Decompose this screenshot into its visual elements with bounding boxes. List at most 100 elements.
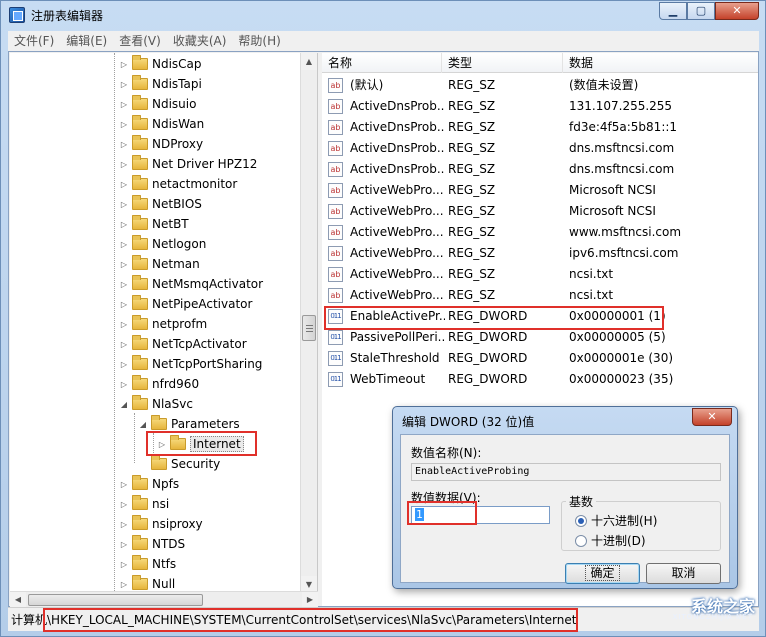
minimize-button[interactable]: ▁ xyxy=(659,2,687,20)
registry-value-row[interactable]: ab (默认) REG_SZ (数值未设置) xyxy=(322,75,758,96)
tree-item[interactable]: ▷ Net Driver HPZ12 xyxy=(118,154,257,174)
tree-item[interactable]: ◢ NlaSvc xyxy=(118,394,193,414)
tree-item[interactable]: ▷ NetBIOS xyxy=(118,194,202,214)
expand-arrow-icon[interactable]: ▷ xyxy=(118,240,130,249)
expand-arrow-icon[interactable]: ▷ xyxy=(118,540,130,549)
registry-tree[interactable]: ▷ NdisCap ▷ NdisTapi ▷ Ndisuio ▷ NdisWan ▷ NDProx… xyxy=(10,53,318,593)
expand-arrow-icon[interactable]: ▷ xyxy=(118,160,130,169)
tree-item[interactable]: ▷ netactmonitor xyxy=(118,174,237,194)
tree-item[interactable]: ▷ NDProxy xyxy=(118,134,203,154)
column-name[interactable]: 名称 xyxy=(322,53,442,73)
registry-value-row[interactable]: ab ActiveWebPro... REG_SZ ncsi.txt xyxy=(322,264,758,285)
tree-item[interactable]: ▷ nfrd960 xyxy=(118,374,199,394)
expand-arrow-icon[interactable]: ▷ xyxy=(118,520,130,529)
tree-item[interactable]: ▷ NetTcpPortSharing xyxy=(118,354,262,374)
tree-item[interactable]: ▷ NetTcpActivator xyxy=(118,334,247,354)
tree-item[interactable]: ▷ Internet xyxy=(156,434,244,454)
tree-item[interactable]: ▷ nsiproxy xyxy=(118,514,203,534)
tree-item[interactable]: ▷ NetMsmqActivator xyxy=(118,274,263,294)
title-bar[interactable]: 注册表编辑器 ▁ ▢ ✕ xyxy=(1,1,765,29)
registry-value-row[interactable]: ab ActiveDnsProb... REG_SZ dns.msftncsi.com xyxy=(322,138,758,159)
column-type[interactable]: 类型 xyxy=(442,53,563,73)
expand-arrow-icon[interactable]: ▷ xyxy=(118,260,130,269)
collapse-arrow-icon[interactable]: ◢ xyxy=(118,400,130,409)
registry-value-row[interactable]: ab ActiveWebPro... REG_SZ www.msftncsi.com xyxy=(322,222,758,243)
scroll-left-icon[interactable]: ◀ xyxy=(10,592,26,607)
tree-item[interactable]: ▷ NetBT xyxy=(118,214,189,234)
expand-arrow-icon[interactable]: ▷ xyxy=(118,140,130,149)
menu-help[interactable]: 帮助(H) xyxy=(232,31,286,51)
tree-item[interactable]: ▷ NetPipeActivator xyxy=(118,294,252,314)
expand-arrow-icon[interactable]: ▷ xyxy=(118,580,130,589)
tree-item[interactable]: ▷ Netlogon xyxy=(118,234,206,254)
expand-arrow-icon[interactable]: ▷ xyxy=(118,100,130,109)
tree-item[interactable]: ▷ NTDS xyxy=(118,534,185,554)
maximize-button[interactable]: ▢ xyxy=(687,2,715,20)
menu-favorites[interactable]: 收藏夹(A) xyxy=(167,31,233,51)
registry-value-row[interactable]: ab ActiveWebPro... REG_SZ Microsoft NCSI xyxy=(322,180,758,201)
registry-value-row[interactable]: ab ActiveDnsProb... REG_SZ fd3e:4f5a:5b81::… xyxy=(322,117,758,138)
expand-arrow-icon[interactable]: ▷ xyxy=(118,200,130,209)
expand-arrow-icon[interactable]: ▷ xyxy=(118,60,130,69)
menu-view[interactable]: 查看(V) xyxy=(113,31,167,51)
expand-arrow-icon[interactable]: ▷ xyxy=(118,120,130,129)
menu-file[interactable]: 文件(F) xyxy=(8,31,60,51)
expand-arrow-icon[interactable]: ▷ xyxy=(118,300,130,309)
tree-horizontal-scrollbar[interactable]: ◀ ▶ xyxy=(10,591,318,607)
cancel-button[interactable]: 取消 xyxy=(646,563,721,584)
radio-unchecked-icon[interactable] xyxy=(575,534,587,547)
column-data[interactable]: 数据 xyxy=(563,53,758,73)
registry-value-row[interactable]: 011 PassivePollPeri... REG_DWORD 0x00000005… xyxy=(322,327,758,348)
tree-item[interactable]: ▷ NdisWan xyxy=(118,114,204,134)
expand-arrow-icon[interactable]: ▷ xyxy=(118,320,130,329)
tree-item[interactable]: ▷ NdisCap xyxy=(118,54,202,74)
scroll-up-icon[interactable]: ▲ xyxy=(301,53,317,70)
tree-item[interactable]: ▷ Npfs xyxy=(118,474,179,494)
tree-item-label: netprofm xyxy=(152,317,208,331)
expand-arrow-icon[interactable]: ▷ xyxy=(118,500,130,509)
expand-arrow-icon[interactable]: ▷ xyxy=(118,80,130,89)
tree-item-label: NDProxy xyxy=(152,137,204,151)
tree-item[interactable]: ▷ Ndisuio xyxy=(118,94,196,114)
expand-arrow-icon[interactable]: ▷ xyxy=(118,480,130,489)
registry-value-row[interactable]: ab ActiveDnsProb... REG_SZ 131.107.255.255 xyxy=(322,96,758,117)
registry-value-row[interactable]: 011 StaleThreshold REG_DWORD 0x0000001e (30… xyxy=(322,348,758,369)
close-button[interactable]: ✕ xyxy=(715,2,759,20)
registry-value-row[interactable]: ab ActiveDnsProb... REG_SZ dns.msftncsi.com xyxy=(322,159,758,180)
tree-item[interactable]: ▷ Netman xyxy=(118,254,200,274)
collapse-arrow-icon[interactable]: ◢ xyxy=(137,420,149,429)
radio-checked-icon[interactable] xyxy=(575,514,587,527)
menu-edit[interactable]: 编辑(E) xyxy=(60,31,113,51)
scroll-right-icon[interactable]: ▶ xyxy=(302,592,318,607)
expand-arrow-icon[interactable]: ▷ xyxy=(118,340,130,349)
tree-item[interactable]: Security xyxy=(137,454,220,474)
tree-vertical-scrollbar[interactable]: ▲ ▼ xyxy=(300,53,317,593)
value-type: REG_SZ xyxy=(448,141,496,155)
tree-item[interactable]: ▷ Ntfs xyxy=(118,554,176,574)
tree-item[interactable]: ▷ nsi xyxy=(118,494,169,514)
radio-dec[interactable]: 十进制(D) xyxy=(575,532,646,549)
registry-value-row[interactable]: ab ActiveWebPro... REG_SZ Microsoft NCSI xyxy=(322,201,758,222)
dialog-close-button[interactable]: ✕ xyxy=(692,408,732,426)
ok-button[interactable]: 确定 xyxy=(565,563,640,584)
scroll-thumb[interactable] xyxy=(302,315,316,341)
tree-item[interactable]: ◢ Parameters xyxy=(137,414,240,434)
expand-arrow-icon[interactable]: ▷ xyxy=(118,220,130,229)
value-data-input[interactable]: 1 xyxy=(411,506,550,524)
registry-value-row[interactable]: 011 EnableActivePr... REG_DWORD 0x00000001 … xyxy=(322,306,758,327)
expand-arrow-icon[interactable]: ▷ xyxy=(118,560,130,569)
radio-hex[interactable]: 十六进制(H) xyxy=(575,512,657,529)
tree-item-label: Null xyxy=(152,577,176,591)
tree-item[interactable]: ▷ NdisTapi xyxy=(118,74,202,94)
expand-arrow-icon[interactable]: ▷ xyxy=(118,180,130,189)
registry-value-row[interactable]: 011 WebTimeout REG_DWORD 0x00000023 (35) xyxy=(322,369,758,390)
registry-value-row[interactable]: ab ActiveWebPro... REG_SZ ipv6.msftncsi.com xyxy=(322,243,758,264)
expand-arrow-icon[interactable]: ▷ xyxy=(156,440,168,449)
expand-arrow-icon[interactable]: ▷ xyxy=(118,280,130,289)
tree-item[interactable]: ▷ netprofm xyxy=(118,314,207,334)
expand-arrow-icon[interactable]: ▷ xyxy=(118,380,130,389)
expand-arrow-icon[interactable]: ▷ xyxy=(118,360,130,369)
hscroll-thumb[interactable] xyxy=(28,594,203,606)
tree-item-label: netactmonitor xyxy=(152,177,238,191)
registry-value-row[interactable]: ab ActiveWebPro... REG_SZ ncsi.txt xyxy=(322,285,758,306)
